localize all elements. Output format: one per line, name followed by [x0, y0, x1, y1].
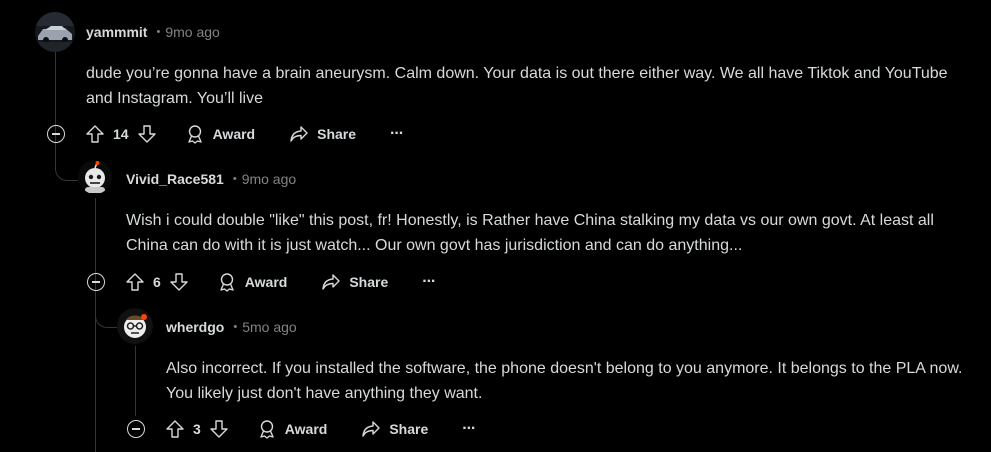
share-button[interactable]: Share — [361, 419, 428, 439]
avatar-snoo-image — [117, 308, 153, 344]
award-button[interactable]: Award — [217, 272, 288, 292]
share-icon — [322, 274, 341, 290]
username[interactable]: yammmit — [86, 24, 147, 40]
avatar-snoo-image — [78, 160, 112, 194]
username[interactable]: wherdgo — [166, 319, 224, 335]
timestamp[interactable]: 9mo ago — [242, 171, 296, 187]
award-icon — [187, 125, 202, 144]
more-options-icon[interactable]: ··· — [422, 274, 436, 290]
collapse-icon[interactable] — [127, 420, 145, 438]
collapse-icon[interactable] — [47, 125, 65, 143]
meta-separator: • — [233, 321, 238, 333]
thread-line-level-3[interactable] — [135, 346, 136, 416]
meta-separator: • — [156, 26, 161, 38]
comment-meta: Vivid_Race581 • 9mo ago — [126, 171, 296, 187]
avatar[interactable] — [117, 308, 153, 344]
comment-meta: wherdgo • 5mo ago — [166, 319, 297, 335]
downvote-icon[interactable] — [169, 272, 189, 292]
more-options-icon[interactable]: ··· — [462, 421, 476, 437]
thread-elbow-level-1 — [55, 145, 78, 181]
upvote-icon[interactable] — [85, 124, 105, 144]
username[interactable]: Vivid_Race581 — [126, 171, 224, 187]
award-icon — [220, 273, 234, 292]
comment-body: Also incorrect. If you installed the sof… — [166, 360, 963, 402]
comment-body: Wish i could double "like" this post, fr… — [126, 212, 934, 254]
vote-score: 14 — [113, 126, 129, 142]
more-options-icon[interactable]: ··· — [390, 126, 404, 142]
timestamp[interactable]: 5mo ago — [242, 319, 296, 335]
downvote-icon[interactable] — [137, 124, 157, 144]
avatar-car-image — [35, 12, 75, 52]
comment-actions: 3 Award Share ··· — [127, 414, 476, 444]
comment-body: dude you’re gonna have a brain aneurysm.… — [86, 65, 948, 107]
timestamp[interactable]: 9mo ago — [165, 24, 219, 40]
award-label: Award — [244, 274, 288, 290]
downvote-icon[interactable] — [209, 419, 229, 439]
award-button[interactable]: Award — [257, 419, 328, 439]
award-label: Award — [212, 126, 256, 142]
share-icon — [290, 126, 308, 142]
avatar[interactable] — [78, 160, 112, 194]
vote-score: 3 — [193, 421, 201, 437]
share-icon — [362, 421, 381, 437]
meta-separator: • — [232, 173, 237, 185]
upvote-icon[interactable] — [165, 419, 185, 439]
comment-actions: 6 Award Share ··· — [87, 267, 436, 297]
thread-elbow-level-2 — [95, 292, 118, 328]
comment-thread: yammmit • 9mo ago dude you’re gonna have… — [0, 0, 991, 452]
upvote-icon[interactable] — [125, 272, 145, 292]
award-label: Award — [284, 421, 328, 437]
collapse-icon[interactable] — [87, 273, 105, 291]
thread-line-level-2[interactable] — [95, 198, 96, 452]
award-icon — [260, 420, 274, 439]
share-button[interactable]: Share — [321, 272, 388, 292]
avatar[interactable] — [35, 12, 75, 52]
comment-meta: yammmit • 9mo ago — [86, 24, 220, 40]
share-button[interactable]: Share — [289, 124, 356, 144]
share-label: Share — [317, 126, 357, 142]
award-button[interactable]: Award — [185, 124, 256, 144]
vote-score: 6 — [153, 274, 161, 290]
share-label: Share — [349, 274, 389, 290]
share-label: Share — [389, 421, 429, 437]
comment-actions: 14 Award Share ··· — [47, 119, 404, 149]
